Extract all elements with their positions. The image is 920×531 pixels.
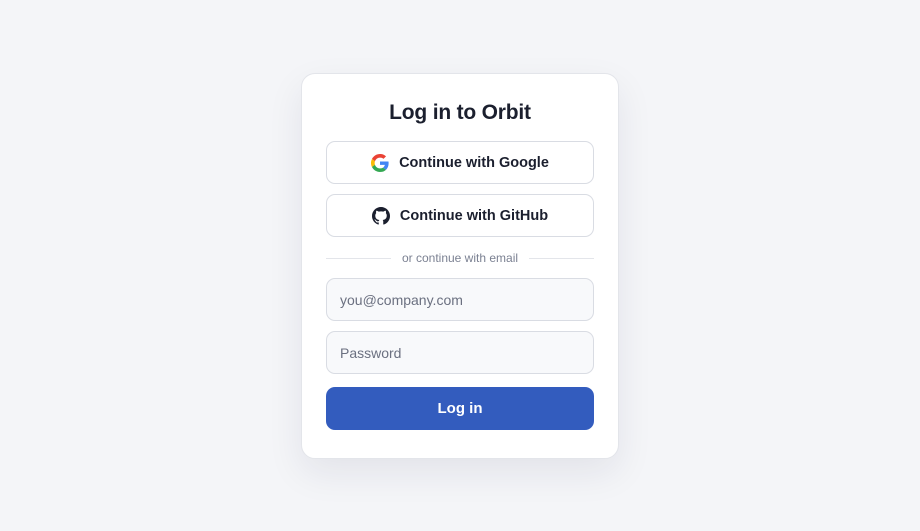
google-button-label: Continue with Google: [399, 154, 549, 171]
continue-with-github-button[interactable]: Continue with GitHub: [326, 194, 594, 237]
divider-line-right: [529, 257, 594, 259]
divider-text: or continue with email: [401, 251, 519, 265]
continue-with-google-button[interactable]: Continue with Google: [326, 141, 594, 184]
github-logo-icon: [371, 206, 390, 225]
email-divider: or continue with email: [326, 250, 594, 266]
divider-line-left: [326, 257, 391, 259]
email-field[interactable]: [326, 278, 594, 321]
login-button[interactable]: Log in: [326, 387, 594, 430]
page-title: Log in to Orbit: [389, 101, 531, 124]
github-button-label: Continue with GitHub: [399, 207, 549, 224]
google-logo-icon: [371, 153, 389, 172]
password-field[interactable]: [326, 331, 594, 374]
login-card: Log in to Orbit Continue with Google Con…: [301, 73, 619, 459]
